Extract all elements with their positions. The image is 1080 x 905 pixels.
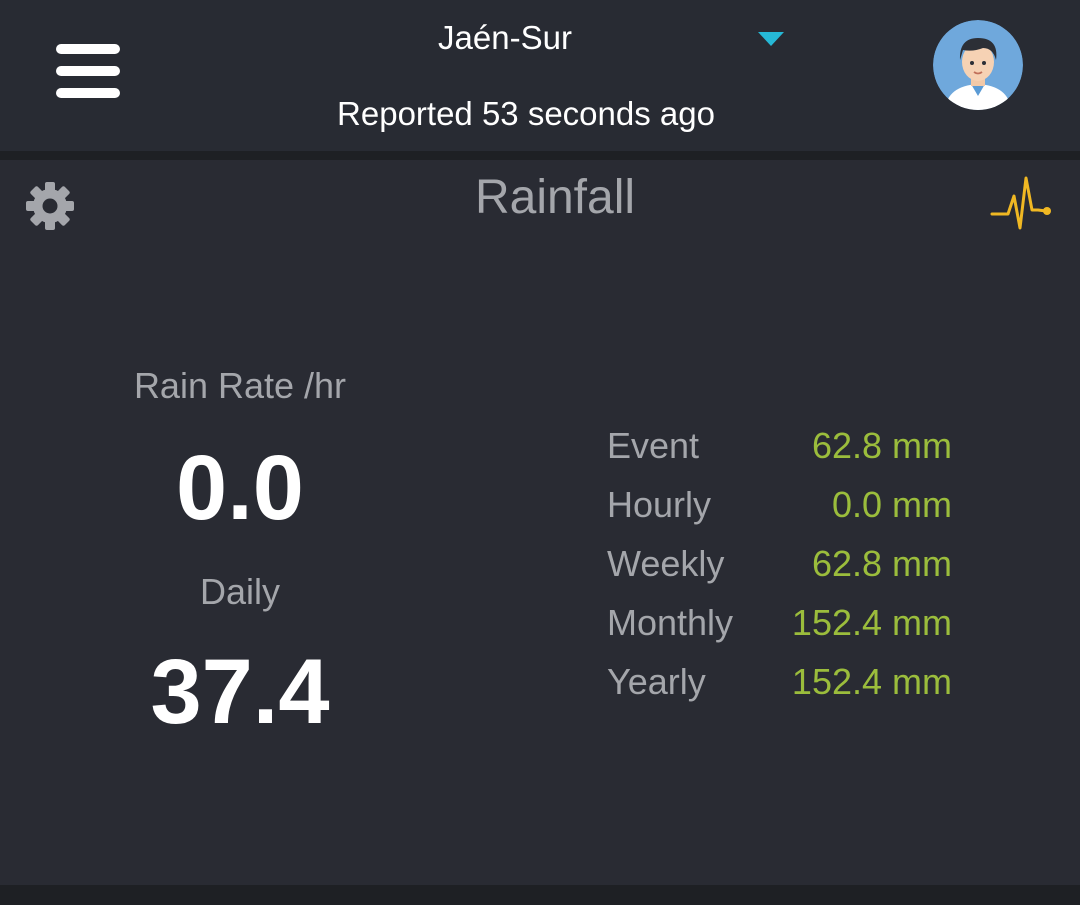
gear-icon[interactable] [22, 178, 78, 234]
stat-label: Yearly [607, 661, 706, 702]
stat-label: Hourly [607, 484, 712, 525]
stat-row-weekly: Weekly 62.8 mm [607, 538, 967, 597]
caret-down-icon[interactable] [758, 32, 784, 46]
rain-rate-value: 0.0 [176, 437, 304, 539]
pulse-icon[interactable] [990, 174, 1054, 234]
stat-value: 62.8 mm [811, 543, 952, 584]
stat-row-hourly: Hourly 0.0 mm [607, 479, 967, 538]
stat-value: 152.4 mm [791, 602, 952, 643]
user-avatar[interactable] [933, 20, 1023, 110]
app-header: Jaén-Sur Reported 53 seconds ago [0, 0, 1080, 151]
daily-label: Daily [199, 571, 280, 612]
stat-value: 0.0 mm [831, 484, 952, 525]
stat-row-event: Event 62.8 mm [607, 420, 967, 479]
stat-label: Event [607, 425, 700, 466]
daily-value: 37.4 [150, 641, 330, 743]
hamburger-menu-icon[interactable] [56, 44, 120, 98]
stat-label: Monthly [607, 602, 734, 643]
panel-title: Rainfall [474, 171, 636, 224]
stat-value: 152.4 mm [791, 661, 952, 702]
station-selector[interactable]: Jaén-Sur [300, 18, 710, 58]
rain-rate-label: Rain Rate /hr [133, 365, 347, 406]
reported-status: Reported 53 seconds ago [337, 95, 715, 132]
stat-label: Weekly [607, 543, 725, 584]
stat-row-yearly: Yearly 152.4 mm [607, 656, 967, 715]
rainfall-stats-list: Event 62.8 mm Hourly 0.0 mm Weekly 62.8 … [607, 420, 967, 715]
avatar-illustration-icon [933, 20, 1023, 110]
stat-row-monthly: Monthly 152.4 mm [607, 597, 967, 656]
stat-value: 62.8 mm [811, 425, 952, 466]
bottom-divider [0, 885, 1080, 905]
